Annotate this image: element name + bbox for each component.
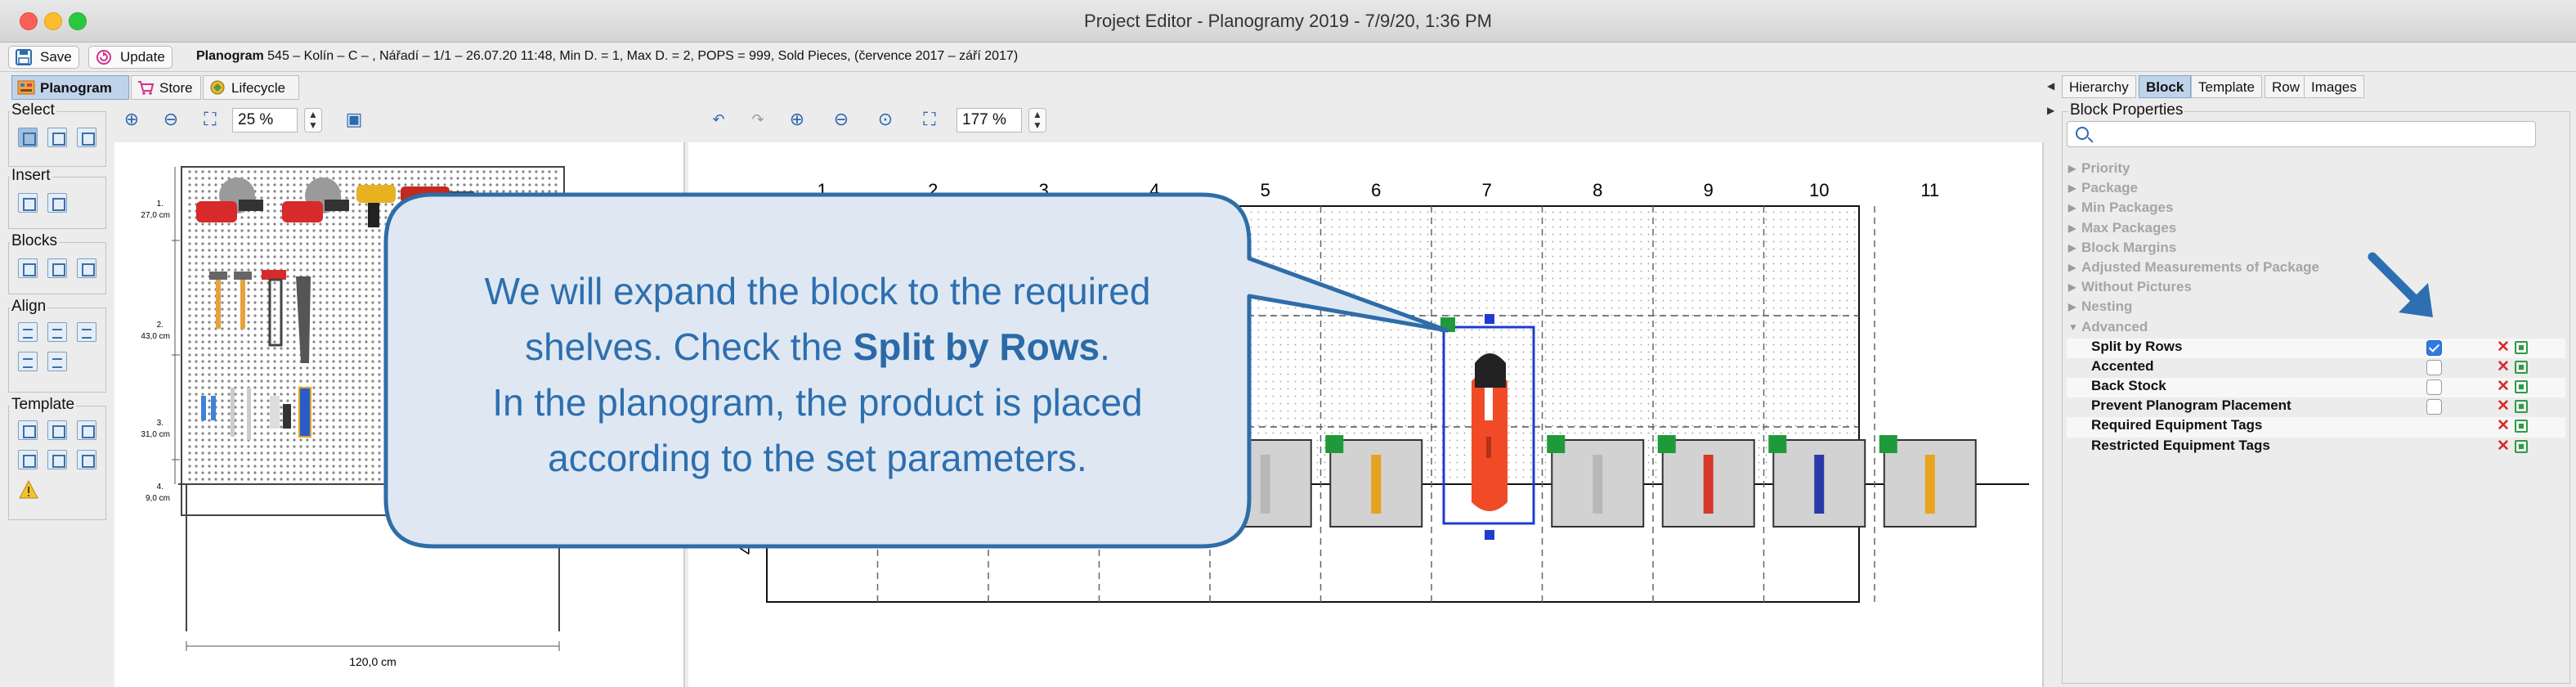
inherit-value-icon[interactable] [2515, 439, 2528, 453]
advanced-properties: Split by Rows ✕ Accented ✕ Back Stock ✕ Preven… [2067, 338, 2565, 457]
callout-line-2: shelves. Check the Split by Rows. [392, 319, 1243, 375]
tab-template[interactable]: Template [2191, 75, 2262, 98]
callout-line-3: In the planogram, the product is placed [492, 381, 1143, 424]
property-label: Required Equipment Tags [2091, 417, 2263, 433]
property-row: Required Equipment Tags ✕ [2067, 416, 2565, 438]
callout-line-1: We will expand the block to the required [484, 270, 1151, 312]
properties-panel: ◀ Hierarchy Block Template Row Images ▶ … [2047, 75, 2576, 687]
tab-row[interactable]: Row [2265, 75, 2308, 98]
property-category[interactable]: Priority [2067, 160, 2565, 180]
callout-text: We will expand the block to the required… [392, 263, 1243, 486]
tab-block[interactable]: Block [2139, 75, 2192, 98]
property-checkbox[interactable] [2426, 399, 2442, 415]
property-checkbox[interactable] [2426, 379, 2442, 396]
property-category[interactable]: Advanced [2067, 319, 2565, 339]
block-properties-title: Block Properties [2068, 101, 2185, 119]
property-label: Split by Rows [2091, 338, 2183, 354]
reset-value-icon[interactable]: ✕ [2497, 377, 2510, 396]
inherit-value-icon[interactable] [2515, 380, 2528, 394]
property-category[interactable]: Nesting [2067, 299, 2565, 318]
property-category[interactable]: Without Pictures [2067, 279, 2565, 299]
property-category[interactable]: Min Packages [2067, 200, 2565, 219]
callout-line-2-post: . [1100, 326, 1110, 368]
tab-hierarchy[interactable]: Hierarchy [2062, 75, 2136, 98]
reset-value-icon[interactable]: ✕ [2497, 338, 2510, 357]
property-category[interactable]: Adjusted Measurements of Package [2067, 259, 2565, 279]
reset-value-icon[interactable]: ✕ [2497, 357, 2510, 376]
property-category[interactable]: Package [2067, 180, 2565, 200]
expand-panel-icon[interactable]: ▶ [2047, 105, 2054, 116]
callout-line-2-pre: shelves. Check the [525, 326, 853, 368]
property-row: Restricted Equipment Tags ✕ [2067, 438, 2565, 457]
callout-line-4: according to the set parameters. [548, 437, 1087, 479]
property-row: Back Stock ✕ [2067, 377, 2565, 398]
property-row: Split by Rows ✕ [2067, 338, 2565, 358]
reset-value-icon[interactable]: ✕ [2497, 397, 2510, 415]
property-category[interactable]: Max Packages [2067, 220, 2565, 240]
property-checkbox[interactable] [2426, 339, 2442, 356]
pointer-arrow-icon [2368, 252, 2433, 317]
callout-highlight: Split by Rows [853, 326, 1100, 368]
reset-value-icon[interactable]: ✕ [2497, 437, 2510, 456]
inherit-value-icon[interactable] [2515, 340, 2528, 354]
property-label: Accented [2091, 357, 2154, 374]
property-label: Back Stock [2091, 378, 2166, 394]
reset-value-icon[interactable]: ✕ [2497, 416, 2510, 435]
collapse-left-icon[interactable]: ◀ [2047, 80, 2054, 92]
property-category[interactable]: Block Margins [2067, 240, 2565, 259]
property-checkbox[interactable] [2426, 359, 2442, 375]
inherit-value-icon[interactable] [2515, 400, 2528, 414]
property-search-input[interactable] [2067, 121, 2536, 147]
property-row: Accented ✕ [2067, 358, 2565, 378]
search-icon [2076, 127, 2089, 140]
inherit-value-icon[interactable] [2515, 360, 2528, 374]
tab-images[interactable]: Images [2304, 75, 2364, 98]
property-label: Restricted Equipment Tags [2091, 437, 2270, 453]
property-row: Prevent Planogram Placement ✕ [2067, 397, 2565, 417]
inherit-value-icon[interactable] [2515, 420, 2528, 433]
property-label: Prevent Planogram Placement [2091, 397, 2292, 414]
property-list: PriorityPackageMin PackagesMax PackagesB… [2067, 160, 2565, 457]
